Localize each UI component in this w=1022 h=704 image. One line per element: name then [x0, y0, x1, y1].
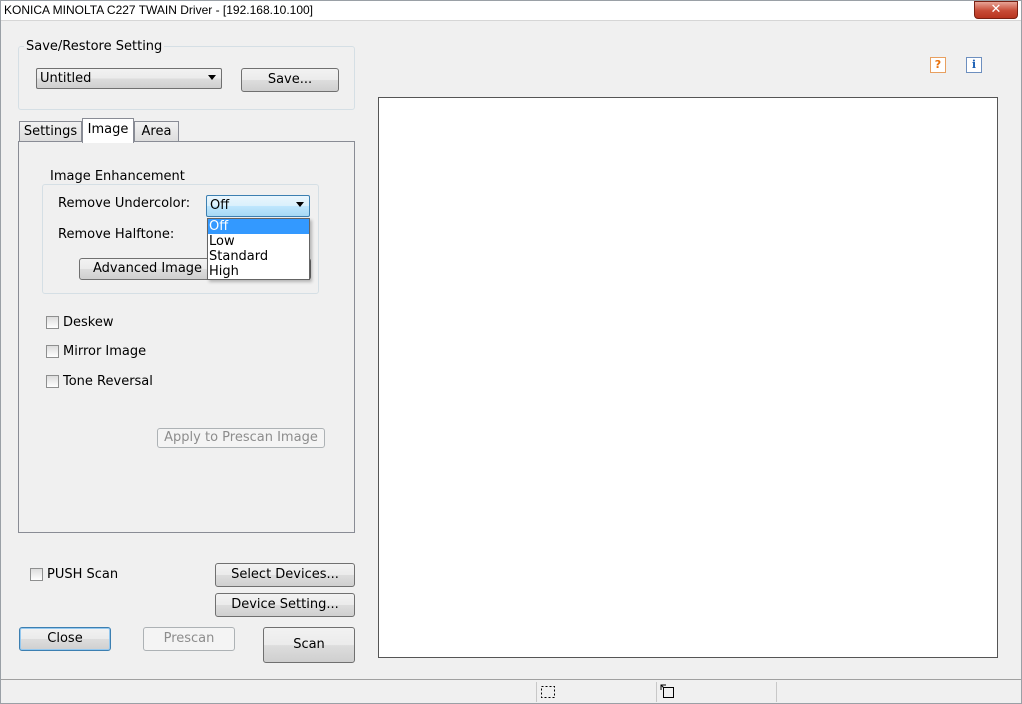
- close-icon: ✕: [990, 2, 1002, 17]
- prescan-preview-area[interactable]: [378, 97, 998, 658]
- deskew-checkbox[interactable]: [46, 316, 59, 329]
- chevron-down-icon: [296, 202, 304, 207]
- prescan-button[interactable]: Prescan: [143, 627, 235, 651]
- status-separator: [776, 682, 777, 702]
- remove-halftone-label: Remove Halftone:: [58, 227, 175, 242]
- scan-button[interactable]: Scan: [263, 627, 355, 663]
- tab-settings[interactable]: Settings: [19, 121, 82, 142]
- save-restore-label: Save/Restore Setting: [24, 39, 165, 54]
- push-scan-checkbox[interactable]: [30, 568, 43, 581]
- status-separator: [656, 682, 657, 702]
- mirror-image-label: Mirror Image: [63, 344, 147, 359]
- select-area-icon[interactable]: [540, 685, 556, 699]
- rotate-area-icon[interactable]: [660, 684, 676, 700]
- mirror-image-checkbox[interactable]: [46, 345, 59, 358]
- push-scan-label: PUSH Scan: [47, 567, 119, 582]
- chevron-down-icon: [208, 75, 216, 80]
- select-devices-button[interactable]: Select Devices...: [215, 563, 355, 587]
- apply-to-prescan-button[interactable]: Apply to Prescan Image: [157, 428, 325, 448]
- tone-reversal-label: Tone Reversal: [63, 374, 153, 389]
- dropdown-option-high[interactable]: High: [208, 264, 309, 279]
- twain-driver-window: KONICA MINOLTA C227 TWAIN Driver - [192.…: [0, 0, 1022, 704]
- settings-preset-value: Untitled: [40, 71, 92, 86]
- close-button[interactable]: Close: [19, 627, 111, 651]
- remove-undercolor-label: Remove Undercolor:: [58, 196, 191, 211]
- dropdown-option-standard[interactable]: Standard: [208, 249, 309, 264]
- device-setting-button[interactable]: Device Setting...: [215, 593, 355, 617]
- dropdown-option-off[interactable]: Off: [208, 219, 309, 234]
- help-icon[interactable]: ?: [930, 57, 946, 73]
- status-separator: [536, 682, 537, 702]
- status-bar: [1, 679, 1021, 703]
- info-icon[interactable]: i: [966, 57, 982, 73]
- settings-preset-select[interactable]: Untitled: [36, 68, 222, 89]
- image-enhancement-label: Image Enhancement: [48, 169, 187, 184]
- tab-area[interactable]: Area: [134, 121, 179, 142]
- close-window-button[interactable]: ✕: [974, 1, 1018, 19]
- dropdown-option-low[interactable]: Low: [208, 234, 309, 249]
- save-button[interactable]: Save...: [241, 68, 339, 92]
- remove-undercolor-select[interactable]: Off: [206, 195, 310, 217]
- tone-reversal-checkbox[interactable]: [46, 375, 59, 388]
- tab-image[interactable]: Image: [82, 118, 134, 143]
- remove-undercolor-dropdown-list: Off Low Standard High: [207, 218, 310, 280]
- remove-undercolor-value: Off: [210, 198, 230, 213]
- title-bar[interactable]: KONICA MINOLTA C227 TWAIN Driver - [192.…: [1, 1, 1021, 21]
- deskew-label: Deskew: [63, 315, 114, 330]
- window-title: KONICA MINOLTA C227 TWAIN Driver - [192.…: [4, 3, 314, 17]
